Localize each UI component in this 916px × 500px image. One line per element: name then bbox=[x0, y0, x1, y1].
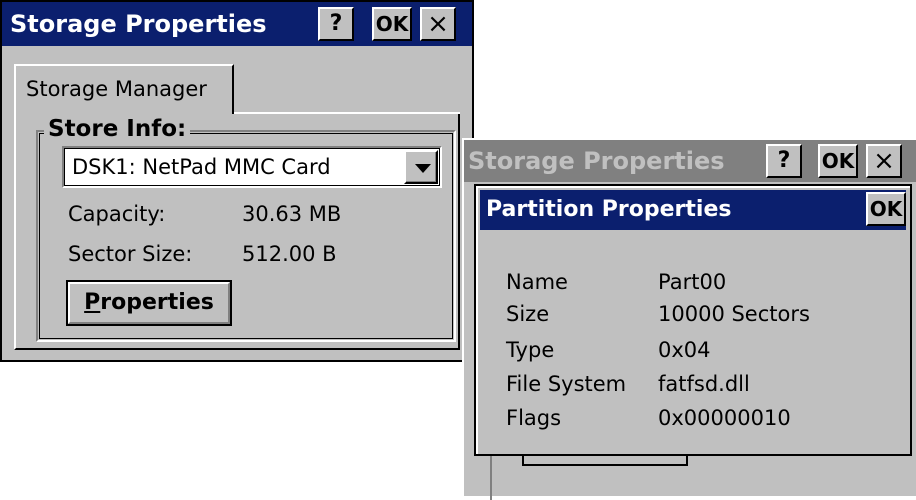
capacity-label: Capacity: bbox=[68, 202, 166, 226]
title-bar: Storage Properties ? OK × bbox=[2, 2, 472, 46]
size-value: 10000 Sectors bbox=[658, 302, 810, 326]
name-label: Name bbox=[506, 270, 568, 294]
name-value: Part00 bbox=[658, 270, 727, 294]
type-value: 0x04 bbox=[658, 338, 711, 362]
partition-dialog-title: Partition Properties bbox=[486, 197, 732, 222]
dropdown-arrow-icon bbox=[415, 164, 431, 173]
help-button[interactable]: ? bbox=[318, 7, 354, 41]
properties-button-label: roperties bbox=[100, 290, 214, 315]
tab-storage-manager[interactable]: Storage Manager bbox=[14, 64, 234, 114]
properties-button-accelerator: P bbox=[84, 290, 101, 315]
properties-button-face: Properties bbox=[68, 282, 230, 324]
group-title: Store Info: bbox=[44, 114, 191, 144]
file-system-label: File System bbox=[506, 372, 627, 396]
sector-size-value: 512.00 B bbox=[242, 242, 337, 266]
inactive-title-bar: Storage Properties ? OK × bbox=[464, 140, 916, 182]
flags-value: 0x00000010 bbox=[658, 406, 791, 430]
inactive-close-button[interactable]: × bbox=[866, 144, 902, 178]
inactive-help-button[interactable]: ? bbox=[766, 144, 802, 178]
dropdown-button[interactable] bbox=[404, 150, 438, 184]
inactive-window-title: Storage Properties bbox=[468, 147, 725, 175]
flags-label: Flags bbox=[506, 406, 562, 430]
tab-row-line bbox=[232, 112, 460, 114]
sector-size-label: Sector Size: bbox=[68, 242, 193, 266]
size-label: Size bbox=[506, 302, 550, 326]
type-label: Type bbox=[506, 338, 555, 362]
close-button[interactable]: × bbox=[420, 7, 456, 41]
partition-ok-button[interactable]: OK bbox=[866, 192, 906, 226]
store-select[interactable]: DSK1: NetPad MMC Card bbox=[62, 146, 442, 188]
file-system-value: fatfsd.dll bbox=[658, 372, 750, 396]
window-title: Storage Properties bbox=[10, 10, 267, 38]
capacity-value: 30.63 MB bbox=[242, 202, 342, 226]
inactive-ok-button[interactable]: OK bbox=[818, 144, 858, 178]
properties-button[interactable]: Properties bbox=[66, 280, 232, 326]
ok-button[interactable]: OK bbox=[372, 7, 412, 41]
partition-properties-dialog: Partition Properties OK Name Part00 Size… bbox=[474, 184, 912, 456]
store-select-value: DSK1: NetPad MMC Card bbox=[72, 155, 331, 179]
partition-title-bar: Partition Properties OK bbox=[480, 190, 906, 230]
